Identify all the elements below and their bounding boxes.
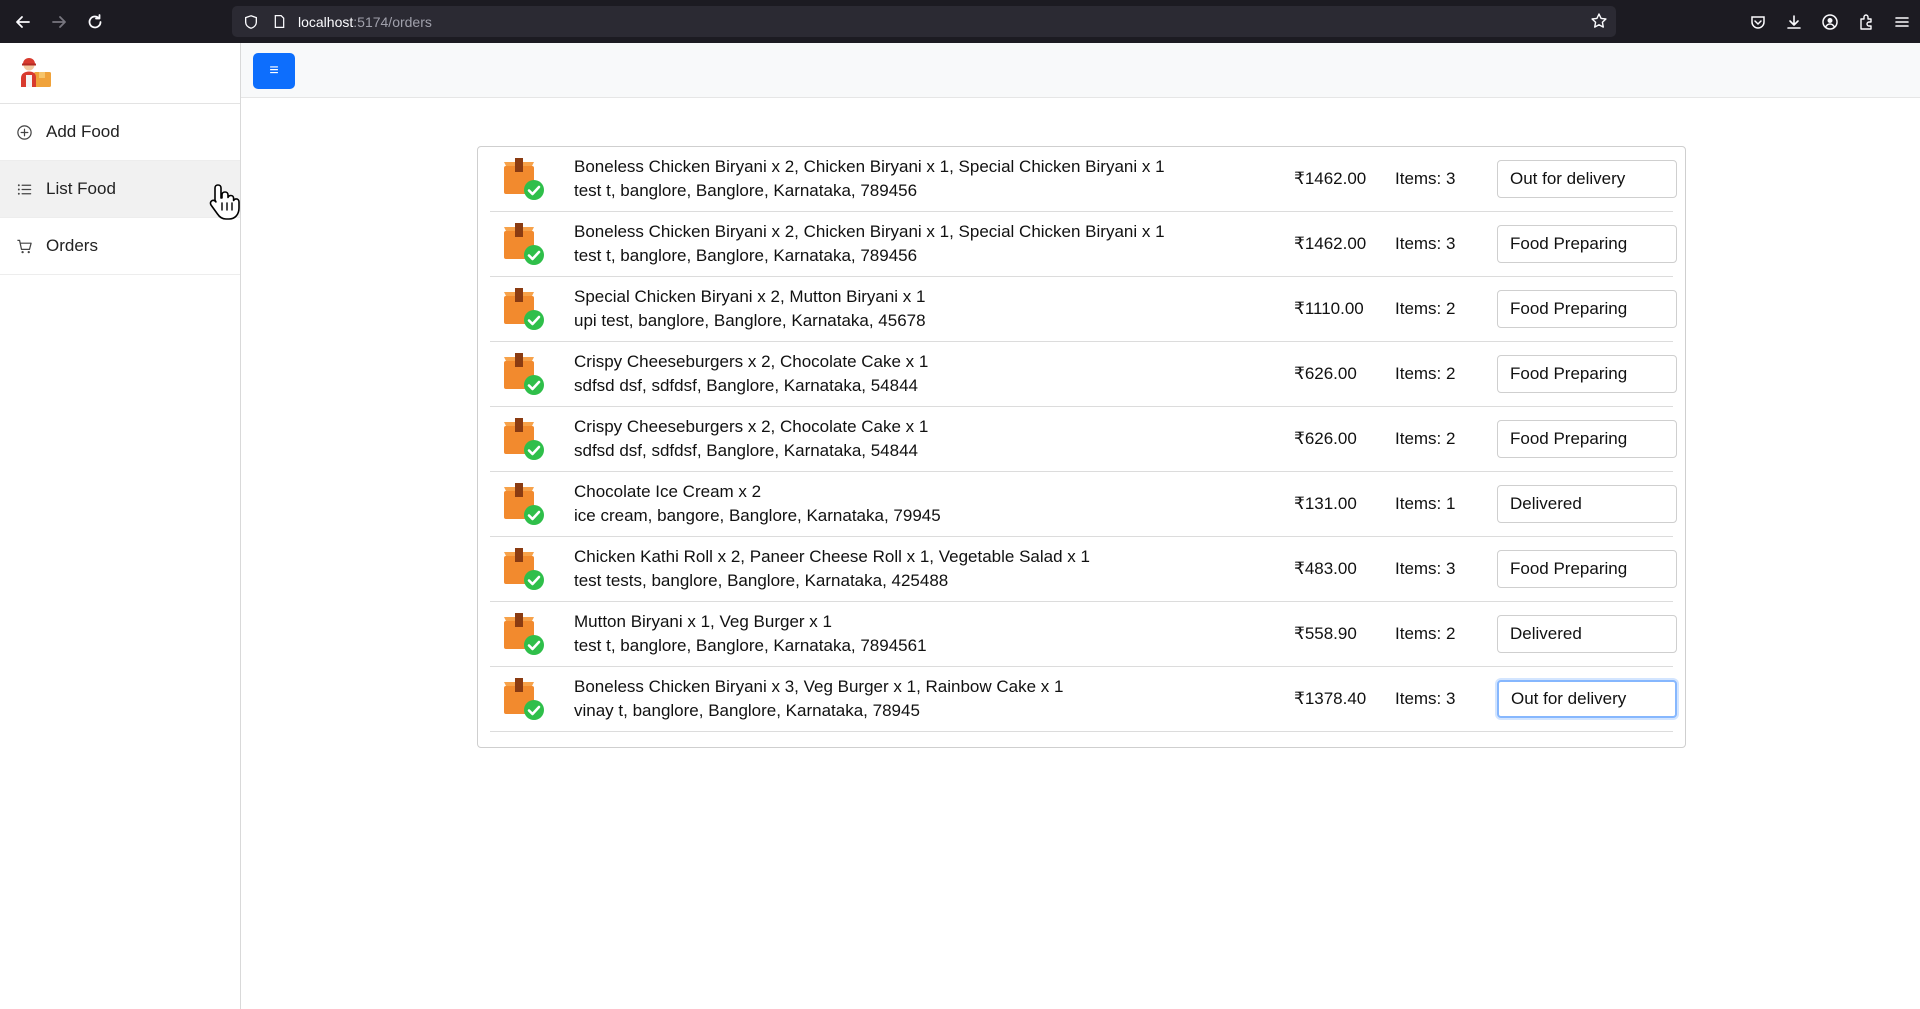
list-icon — [16, 180, 34, 198]
back-icon[interactable] — [5, 0, 41, 43]
order-items: Boneless Chicken Biryani x 2, Chicken Bi… — [574, 222, 1165, 241]
parcel-icon — [504, 678, 544, 720]
orders-list: Boneless Chicken Biryani x 2, Chicken Bi… — [477, 146, 1686, 748]
order-status-select[interactable]: Out for delivery — [1497, 160, 1677, 198]
page-icon — [270, 13, 288, 31]
order-status-select[interactable]: Food Preparing — [1497, 550, 1677, 588]
sidebar-item-orders[interactable]: Orders — [0, 218, 240, 275]
parcel-icon — [504, 288, 544, 330]
parcel-icon — [504, 418, 544, 460]
reload-icon[interactable] — [77, 0, 113, 43]
order-item-count: Items: 2 — [1395, 624, 1456, 643]
order-items: Special Chicken Biryani x 2, Mutton Biry… — [574, 287, 926, 306]
order-address: upi test, banglore, Banglore, Karnataka,… — [574, 311, 926, 330]
order-amount: ₹1110.00 — [1294, 299, 1364, 318]
order-item-count: Items: 2 — [1395, 299, 1456, 318]
order-address: test tests, banglore, Banglore, Karnatak… — [574, 571, 949, 590]
order-item-count: Items: 3 — [1395, 689, 1456, 708]
sidebar-item-add-food[interactable]: Add Food — [0, 104, 240, 161]
sidebar-item-label: List Food — [46, 179, 116, 198]
order-amount: ₹131.00 — [1294, 494, 1357, 513]
browser-actions — [1740, 0, 1920, 43]
order-row: Boneless Chicken Biryani x 2, Chicken Bi… — [490, 147, 1677, 212]
order-items: Boneless Chicken Biryani x 2, Chicken Bi… — [574, 157, 1165, 176]
order-status-select[interactable]: Out for delivery — [1497, 680, 1677, 718]
order-address: ice cream, bangore, Banglore, Karnataka,… — [574, 506, 941, 525]
order-row: Mutton Biryani x 1, Veg Burger x 1 test … — [490, 602, 1677, 667]
top-navbar: ≡ — [241, 43, 1920, 98]
sidebar-item-label: Orders — [46, 236, 98, 255]
sidebar-logo-row — [0, 43, 240, 104]
order-row: Boneless Chicken Biryani x 3, Veg Burger… — [490, 667, 1677, 732]
hamburger-menu-icon[interactable] — [1884, 0, 1920, 43]
order-amount: ₹1378.40 — [1294, 689, 1367, 708]
order-amount: ₹1462.00 — [1294, 169, 1367, 188]
order-address: sdfsd dsf, sdfdsf, Banglore, Karnataka, … — [574, 376, 918, 395]
parcel-icon — [504, 613, 544, 655]
sidebar-item-list-food[interactable]: List Food — [0, 161, 240, 218]
download-icon[interactable] — [1776, 0, 1812, 43]
order-address: sdfsd dsf, sdfdsf, Banglore, Karnataka, … — [574, 441, 918, 460]
order-row: Crispy Cheeseburgers x 2, Chocolate Cake… — [490, 342, 1677, 407]
order-items: Boneless Chicken Biryani x 3, Veg Burger… — [574, 677, 1064, 696]
extensions-icon[interactable] — [1848, 0, 1884, 43]
order-item-count: Items: 3 — [1395, 234, 1456, 253]
order-item-count: Items: 3 — [1395, 559, 1456, 578]
order-amount: ₹483.00 — [1294, 559, 1357, 578]
url-text: localhost:5174/orders — [298, 13, 432, 30]
parcel-icon — [504, 483, 544, 525]
order-item-count: Items: 3 — [1395, 169, 1456, 188]
order-status-select[interactable]: Food Preparing — [1497, 355, 1677, 393]
order-row: Special Chicken Biryani x 2, Mutton Biry… — [490, 277, 1677, 342]
order-status-select[interactable]: Food Preparing — [1497, 420, 1677, 458]
order-row: Crispy Cheeseburgers x 2, Chocolate Cake… — [490, 407, 1677, 472]
order-items: Crispy Cheeseburgers x 2, Chocolate Cake… — [574, 417, 929, 436]
parcel-icon — [504, 353, 544, 395]
order-row: Boneless Chicken Biryani x 2, Chicken Bi… — [490, 212, 1677, 277]
order-items: Crispy Cheeseburgers x 2, Chocolate Cake… — [574, 352, 929, 371]
menu-toggle-button[interactable]: ≡ — [253, 53, 295, 89]
pocket-icon[interactable] — [1740, 0, 1776, 43]
order-amount: ₹1462.00 — [1294, 234, 1367, 253]
hand-cursor-icon — [209, 184, 240, 220]
plus-circle-icon — [16, 123, 34, 141]
order-status-select[interactable]: Delivered — [1497, 485, 1677, 523]
order-address: vinay t, banglore, Banglore, Karnataka, … — [574, 701, 920, 720]
order-amount: ₹626.00 — [1294, 364, 1357, 383]
order-item-count: Items: 1 — [1395, 494, 1456, 513]
shield-icon[interactable] — [242, 13, 260, 31]
parcel-icon — [504, 158, 544, 200]
order-items: Mutton Biryani x 1, Veg Burger x 1 — [574, 612, 832, 631]
browser-toolbar: localhost:5174/orders — [0, 0, 1920, 43]
sidebar: Add Food List Food Orders — [0, 43, 241, 1009]
order-item-count: Items: 2 — [1395, 364, 1456, 383]
parcel-icon — [504, 548, 544, 590]
order-amount: ₹626.00 — [1294, 429, 1357, 448]
order-status-select[interactable]: Food Preparing — [1497, 225, 1677, 263]
forward-icon[interactable] — [41, 0, 77, 43]
account-icon[interactable] — [1812, 0, 1848, 43]
order-status-select[interactable]: Delivered — [1497, 615, 1677, 653]
order-row: Chocolate Ice Cream x 2 ice cream, bango… — [490, 472, 1677, 537]
delivery-logo-icon[interactable] — [18, 55, 54, 91]
cart-icon — [16, 237, 34, 255]
order-items: Chicken Kathi Roll x 2, Paneer Cheese Ro… — [574, 547, 1090, 566]
order-items: Chocolate Ice Cream x 2 — [574, 482, 762, 501]
order-address: test t, banglore, Banglore, Karnataka, 7… — [574, 246, 918, 265]
menu-icon: ≡ — [269, 62, 279, 79]
order-row: Chicken Kathi Roll x 2, Paneer Cheese Ro… — [490, 537, 1677, 602]
order-amount: ₹558.90 — [1294, 624, 1357, 643]
order-item-count: Items: 2 — [1395, 429, 1456, 448]
sidebar-item-label: Add Food — [46, 122, 120, 141]
order-address: test t, banglore, Banglore, Karnataka, 7… — [574, 181, 918, 200]
parcel-icon — [504, 223, 544, 265]
order-status-select[interactable]: Food Preparing — [1497, 290, 1677, 328]
order-address: test t, banglore, Banglore, Karnataka, 7… — [574, 636, 927, 655]
bookmark-star-icon[interactable] — [1590, 12, 1608, 30]
url-bar[interactable]: localhost:5174/orders — [232, 6, 1616, 37]
